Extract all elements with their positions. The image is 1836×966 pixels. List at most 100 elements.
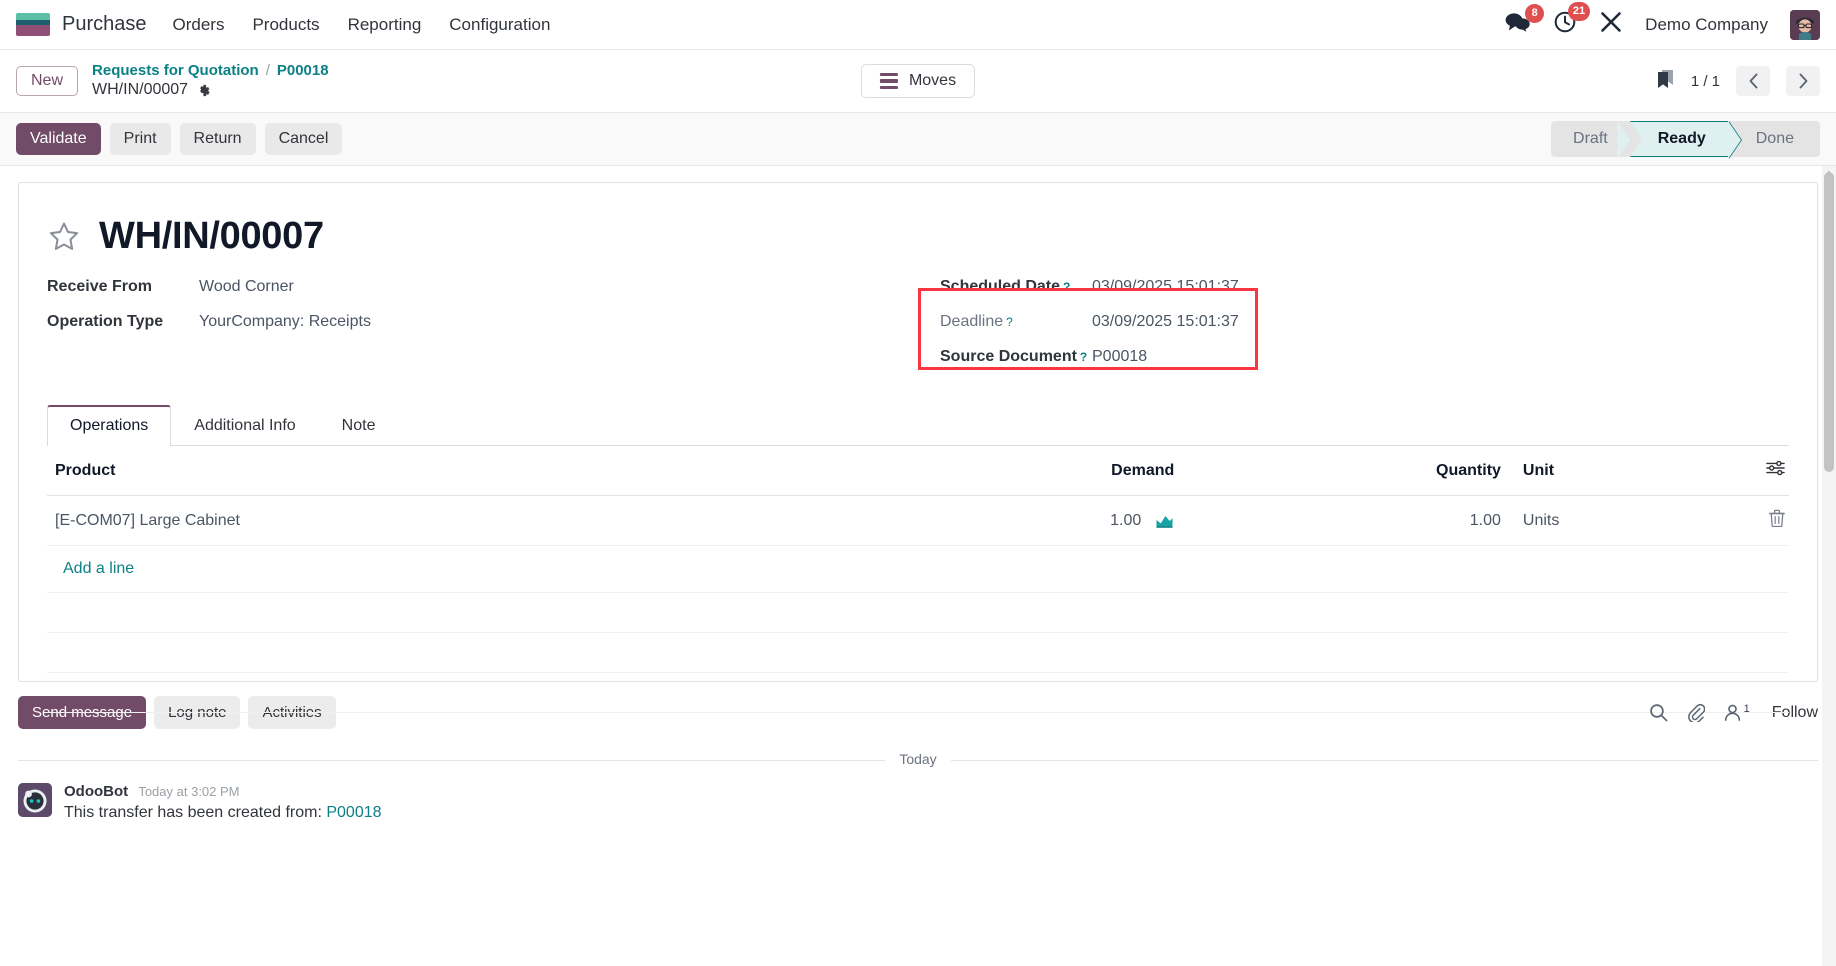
- form-sheet: WH/IN/00007 Receive From Wood Corner Ope…: [18, 182, 1818, 713]
- pager-count[interactable]: 1 / 1: [1691, 73, 1720, 90]
- status-step-ready[interactable]: Ready: [1616, 121, 1728, 159]
- app-name[interactable]: Purchase: [62, 13, 147, 36]
- company-switcher[interactable]: Demo Company: [1645, 15, 1768, 35]
- activities-button[interactable]: 21: [1553, 2, 1591, 39]
- cell-unit[interactable]: Units: [1508, 495, 1745, 546]
- breadcrumb-item-p00018[interactable]: P00018: [277, 61, 329, 81]
- activities-badge: 21: [1567, 2, 1591, 21]
- optional-columns-button[interactable]: [1745, 446, 1789, 496]
- messages-badge: 8: [1525, 4, 1545, 23]
- operations-table-body: [E-COM07] Large Cabinet 1.00 1.00 Units …: [47, 495, 1789, 593]
- field-deadline: Deadline ? 03/09/2025 15:01:37: [940, 313, 1789, 331]
- field-source-document: Source Document ? P00018: [940, 348, 1789, 366]
- column-header-quantity[interactable]: Quantity: [1182, 446, 1509, 496]
- validate-button[interactable]: Validate: [16, 123, 101, 155]
- breadcrumb-item-requests-for-quotation[interactable]: Requests for Quotation: [92, 61, 259, 81]
- field-operation-type: Operation Type YourCompany: Receipts: [47, 313, 918, 331]
- scheduled-date-value[interactable]: 03/09/2025 15:01:37: [1092, 278, 1239, 296]
- page-title: WH/IN/00007: [99, 215, 324, 257]
- pager-count-label: 1 / 1: [1690, 72, 1720, 90]
- status-step-done[interactable]: Done: [1727, 121, 1820, 157]
- forecast-report-icon[interactable]: [1155, 513, 1174, 529]
- form-column-left: Receive From Wood Corner Operation Type …: [47, 278, 918, 383]
- scrollbar-thumb[interactable]: [1824, 172, 1834, 472]
- help-icon-deadline[interactable]: ?: [1006, 315, 1013, 329]
- column-header-product[interactable]: Product: [47, 446, 859, 496]
- new-record-button[interactable]: New: [16, 66, 79, 96]
- receive-from-value[interactable]: Wood Corner: [199, 278, 294, 296]
- column-header-unit[interactable]: Unit: [1508, 446, 1745, 496]
- settings-tools-button[interactable]: [1599, 10, 1623, 39]
- attachment-icon[interactable]: [1686, 703, 1705, 722]
- breadcrumb-path: Requests for Quotation / P00018: [92, 61, 329, 81]
- print-button[interactable]: Print: [109, 123, 171, 155]
- field-scheduled-date: Scheduled Date ? 03/09/2025 15:01:37: [940, 278, 1789, 296]
- moves-button[interactable]: Moves: [860, 64, 976, 98]
- messages-button[interactable]: 8: [1505, 4, 1545, 37]
- return-button[interactable]: Return: [179, 123, 256, 155]
- notebook-tabs: Operations Additional Info Note: [47, 405, 1789, 446]
- chatter-message-content: OdooBot Today at 3:02 PM This transfer h…: [64, 783, 382, 822]
- cell-delete[interactable]: [1745, 495, 1789, 546]
- table-row[interactable]: [E-COM07] Large Cabinet 1.00 1.00 Units: [47, 495, 1789, 546]
- form-column-right: Scheduled Date ? 03/09/2025 15:01:37 Dea…: [918, 278, 1789, 383]
- tab-note[interactable]: Note: [319, 405, 399, 446]
- menu-item-products[interactable]: Products: [252, 15, 319, 35]
- star-icon[interactable]: [47, 220, 81, 253]
- breadcrumb-separator: /: [265, 61, 270, 79]
- message-author[interactable]: OdooBot: [64, 783, 128, 800]
- tools-icon: [1599, 10, 1623, 39]
- menu-item-orders[interactable]: Orders: [173, 15, 225, 35]
- top-navbar: Purchase Orders Products Reporting Confi…: [0, 0, 1836, 50]
- deadline-value[interactable]: 03/09/2025 15:01:37: [1092, 313, 1239, 331]
- user-avatar[interactable]: [1790, 9, 1820, 40]
- operations-table: Product Demand Quantity Unit [E-COM07] L…: [47, 446, 1789, 593]
- search-icon[interactable]: [1649, 703, 1668, 722]
- record-title-row: WH/IN/00007: [47, 215, 1789, 258]
- empty-rows: [47, 593, 1789, 713]
- cell-quantity[interactable]: 1.00: [1182, 495, 1509, 546]
- chevron-right-icon: [1799, 73, 1807, 89]
- chevron-left-icon: [1749, 73, 1757, 89]
- cell-demand[interactable]: 1.00: [858, 495, 1183, 546]
- main-menu: Orders Products Reporting Configuration: [173, 15, 551, 35]
- chatter-date-label: Today: [885, 751, 951, 767]
- field-receive-from: Receive From Wood Corner: [47, 278, 918, 296]
- menu-item-configuration[interactable]: Configuration: [449, 15, 550, 35]
- help-icon-scheduled-date[interactable]: ?: [1063, 280, 1070, 294]
- add-a-line-button[interactable]: Add a line: [55, 546, 142, 592]
- column-header-demand[interactable]: Demand: [858, 446, 1183, 496]
- message-timestamp: Today at 3:02 PM: [138, 784, 240, 799]
- breadcrumb-current: WH/IN/00007: [92, 80, 329, 101]
- chatter-message-header: OdooBot Today at 3:02 PM: [64, 783, 382, 800]
- trash-icon[interactable]: [1769, 509, 1785, 527]
- source-document-label: Source Document ?: [940, 348, 1092, 366]
- deadline-label-text: Deadline: [940, 313, 1004, 330]
- operation-type-value[interactable]: YourCompany: Receipts: [199, 313, 371, 331]
- help-icon-source-document[interactable]: ?: [1080, 350, 1087, 364]
- deadline-label: Deadline ?: [940, 313, 1092, 331]
- action-statusbar: Validate Print Return Cancel Draft Ready…: [0, 112, 1836, 166]
- pager-controls: 1 / 1: [1655, 66, 1820, 96]
- menu-item-reporting[interactable]: Reporting: [348, 15, 422, 35]
- chatter-message: OdooBot Today at 3:02 PM This transfer h…: [18, 783, 1818, 832]
- followers-button[interactable]: 1: [1723, 703, 1750, 722]
- empty-row: [47, 593, 1789, 633]
- cancel-button[interactable]: Cancel: [264, 123, 343, 155]
- notebook: Operations Additional Info Note Product …: [47, 405, 1789, 713]
- source-document-value[interactable]: P00018: [1092, 348, 1147, 366]
- pager-previous-button[interactable]: [1736, 66, 1770, 96]
- message-body-link[interactable]: P00018: [326, 804, 381, 821]
- odoo-logo-icon[interactable]: [16, 13, 50, 36]
- pager-next-button[interactable]: [1786, 66, 1820, 96]
- bookmark-icon[interactable]: [1655, 68, 1675, 95]
- receive-from-label: Receive From: [47, 278, 152, 295]
- add-line-row: Add a line: [47, 545, 1789, 593]
- tab-additional-info[interactable]: Additional Info: [171, 405, 318, 446]
- list-bars-icon: [879, 72, 898, 90]
- cell-product[interactable]: [E-COM07] Large Cabinet: [47, 495, 859, 546]
- gear-icon[interactable]: [196, 83, 211, 98]
- status-bar: Draft Ready Done: [1551, 121, 1820, 159]
- form-fields: Receive From Wood Corner Operation Type …: [47, 278, 1789, 383]
- tab-operations[interactable]: Operations: [47, 405, 172, 446]
